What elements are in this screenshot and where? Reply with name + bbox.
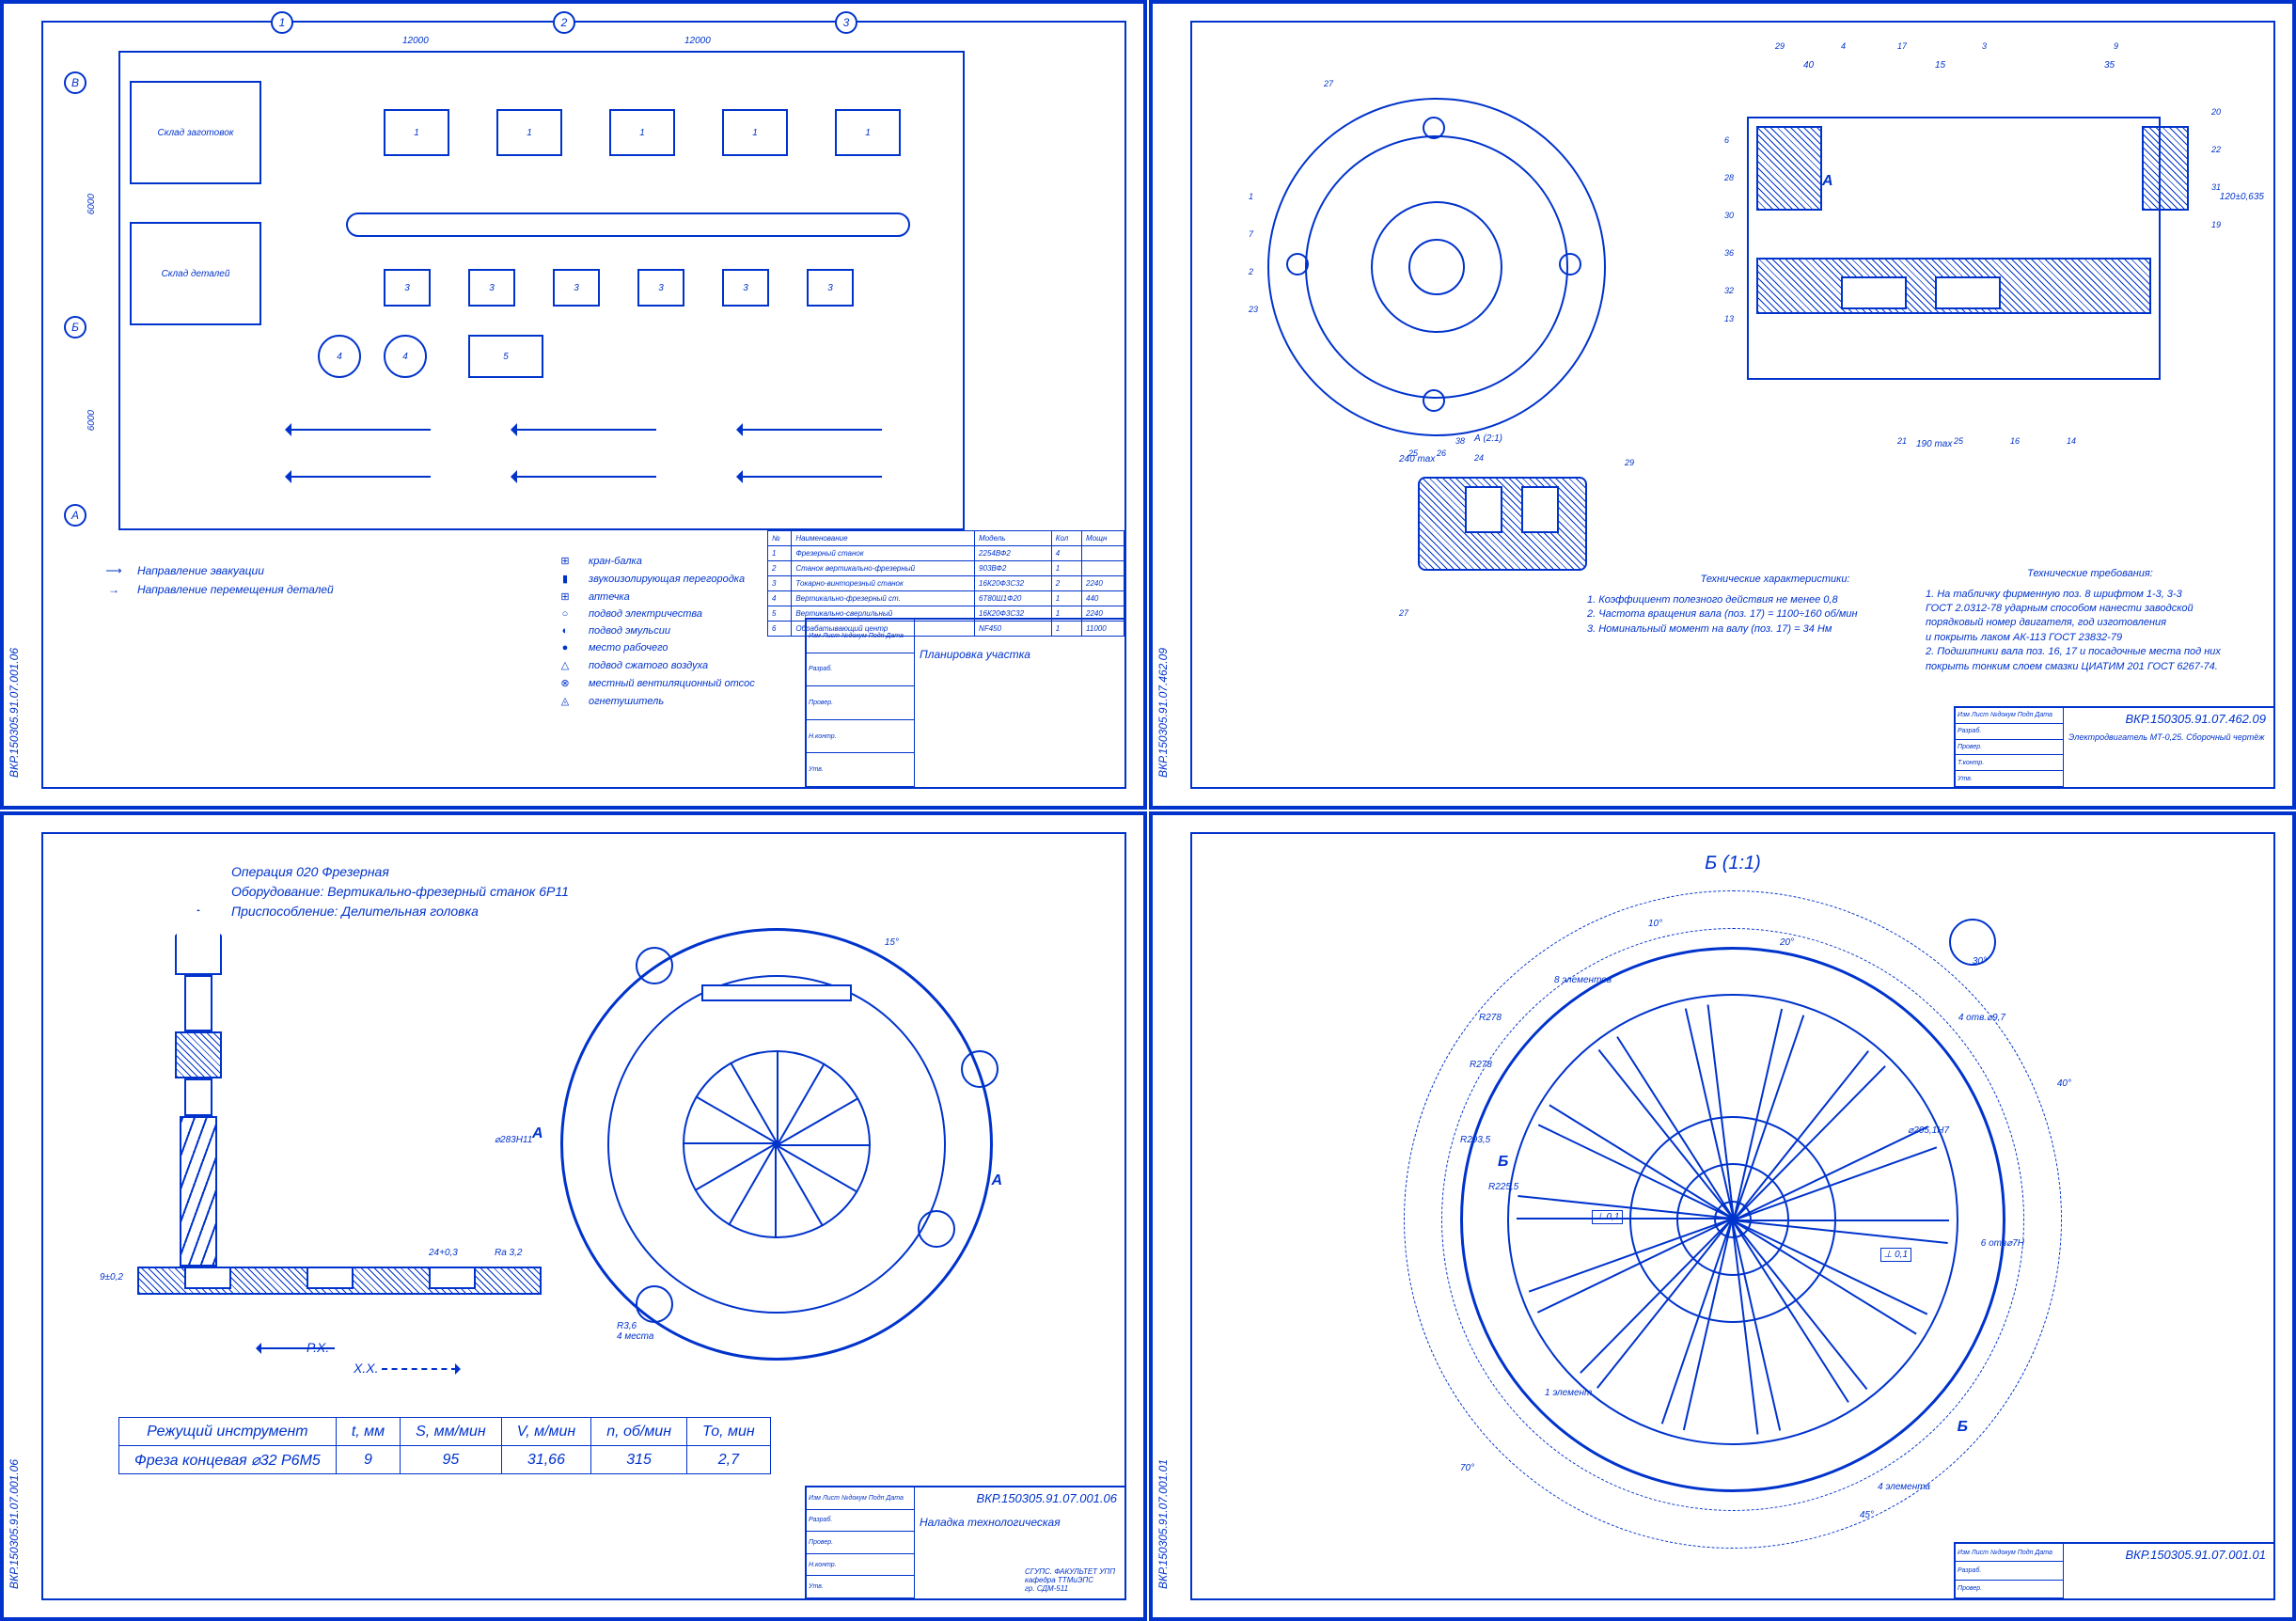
machine: 3 <box>384 269 431 307</box>
view-b-label: Б (1:1) <box>1705 853 1761 874</box>
sheet-code: ВКР.150305.91.07.001.01 <box>1156 1459 1170 1589</box>
sheet-floor-plan: 1 2 3 В Б А 12000 12000 6000 6000 Склад … <box>0 0 1147 810</box>
title-block: ВКР.150305.91.07.462.09 Электродвигатель… <box>1954 706 2273 787</box>
sheet-operation: Операция 020 Фрезерная Оборудование: Вер… <box>0 811 1147 1621</box>
flow-arrow <box>741 476 882 478</box>
section-view: 40 15 35 190 max 120±0,635 29 4 17 3 9 2… <box>1747 70 2198 427</box>
sheet-code: ВКР.150305.91.07.001.06 <box>8 1459 21 1589</box>
dim-left2: 6000 <box>86 410 97 431</box>
machine: 4 <box>384 335 427 378</box>
room-parts: Склад деталей <box>130 222 261 325</box>
title-block: ВКР.150305.91.07.001.01 Изм Лист №докум … <box>1954 1542 2273 1598</box>
flow-arrow <box>741 429 882 431</box>
legend: ⟶Направление эвакуации →Направление пере… <box>100 559 532 602</box>
doc-name: Планировка участка <box>920 648 1030 661</box>
flow-arrow <box>290 429 431 431</box>
frame: Б (1:1) 10° 20° 30° 40° 70° 45° R278 R27… <box>1190 832 2275 1600</box>
grid-row-a: А <box>64 504 86 527</box>
machine: 1 <box>384 109 449 156</box>
rotor: 10° 20° 30° 40° 70° 45° R278 R278 R293,5… <box>1404 890 2062 1549</box>
op-table: Режущий инструмент t, мм S, мм/мин V, м/… <box>118 1417 771 1474</box>
title-block: Планировка участка Изм Лист №докум Подп … <box>805 618 1124 787</box>
legend-flow: Направление перемещения деталей <box>137 583 334 596</box>
frame: 240 max 27 1 7 2 23 38 24 40 15 35 190 m… <box>1190 21 2275 789</box>
grid-row-v: В <box>64 71 86 94</box>
grid-col-3: 3 <box>835 11 857 34</box>
doc-name: Наладка технологическая <box>920 1516 1061 1529</box>
part-ring: 15° ⌀283H11 R3,6 4 места А А <box>560 928 993 1361</box>
machine: 3 <box>468 269 515 307</box>
dim-left1: 6000 <box>86 194 97 214</box>
doc-code: ВКР.150305.91.07.462.09 <box>2126 712 2267 726</box>
flow-arrow <box>515 476 656 478</box>
grid-col-1: 1 <box>271 11 293 34</box>
conveyor <box>346 212 910 237</box>
dim-top1: 12000 <box>402 36 429 46</box>
grid-col-2: 2 <box>553 11 575 34</box>
tech-char: Технические характеристики: 1. Коэффицие… <box>1587 573 1963 637</box>
flange-view: 240 max 27 1 7 2 23 38 24 <box>1267 98 1606 436</box>
doc-name: Электродвигатель МТ-0,25. Сборочный черт… <box>2068 732 2264 742</box>
grid-row-b: Б <box>64 316 86 338</box>
tech-req: Технические требования: 1. На табличку ф… <box>1926 567 2255 674</box>
machine: 1 <box>609 109 675 156</box>
tool <box>118 909 288 1323</box>
frame: Операция 020 Фрезерная Оборудование: Вер… <box>41 832 1126 1600</box>
legend-symbols: ⊞кран-балка ▮звукоизолирующая перегородк… <box>551 549 755 713</box>
sheet-code: ВКР.150305.91.07.001.06 <box>8 648 21 778</box>
plan-area: 1 2 3 В Б А 12000 12000 6000 6000 Склад … <box>118 51 965 530</box>
machine: 1 <box>722 109 788 156</box>
sheet-view-b: Б (1:1) 10° 20° 30° 40° 70° 45° R278 R27… <box>1149 811 2296 1621</box>
sheet-assembly: 240 max 27 1 7 2 23 38 24 40 15 35 190 m… <box>1149 0 2296 810</box>
machine: 1 <box>835 109 901 156</box>
flow-arrow <box>290 476 431 478</box>
machine: 3 <box>637 269 684 307</box>
sheet-code: ВКР.150305.91.07.462.09 <box>1156 648 1170 778</box>
machine: 3 <box>807 269 854 307</box>
dim-top2: 12000 <box>684 36 711 46</box>
profile: 24+0,3 9±0,2 Ra 3,2 Р.Х. Х.Х. <box>137 1267 542 1332</box>
machine: 1 <box>496 109 562 156</box>
machine: 4 <box>318 335 361 378</box>
room-stock: Склад заготовок <box>130 81 261 184</box>
doc-code: ВКР.150305.91.07.001.06 <box>977 1491 1118 1505</box>
doc-code: ВКР.150305.91.07.001.01 <box>2126 1548 2267 1562</box>
machine: 3 <box>722 269 769 307</box>
machine: 3 <box>553 269 600 307</box>
frame: 1 2 3 В Б А 12000 12000 6000 6000 Склад … <box>41 21 1126 789</box>
machine: 5 <box>468 335 543 378</box>
legend-evac: Направление эвакуации <box>137 564 264 577</box>
title-block: ВКР.150305.91.07.001.06 Наладка технолог… <box>805 1486 1124 1598</box>
flow-arrow <box>515 429 656 431</box>
